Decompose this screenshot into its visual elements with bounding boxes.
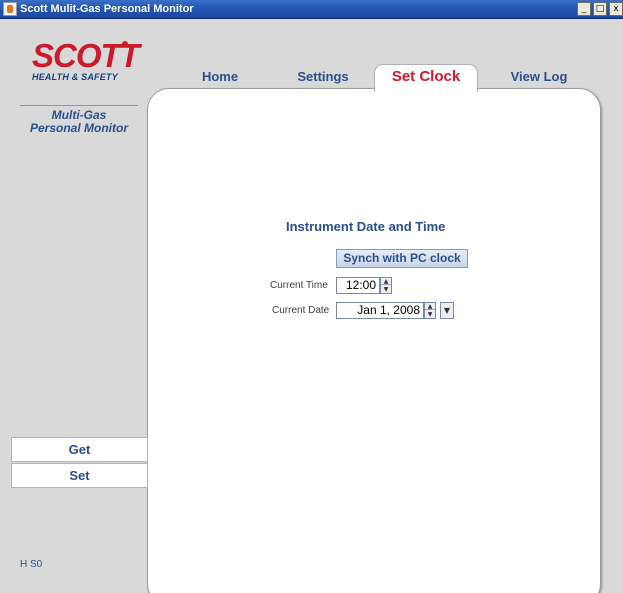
current-time-field[interactable]: 12:00	[336, 277, 380, 294]
logo-divider	[20, 105, 138, 106]
current-date-field[interactable]: Jan 1, 2008	[336, 302, 424, 319]
synch-pc-clock-button[interactable]: Synch with PC clock	[336, 249, 468, 268]
title-bar: Scott Mulit-Gas Personal Monitor _ □ x	[0, 0, 623, 19]
logo-registered-mark	[122, 41, 128, 47]
set-clock-panel	[147, 88, 601, 593]
scott-logo: SCOTT HEALTH & SAFETY	[32, 39, 142, 82]
spinner-up-icon[interactable]: ▲	[425, 303, 435, 310]
app-window: SCOTT HEALTH & SAFETY Multi-Gas Personal…	[0, 19, 623, 593]
set-button[interactable]: Set	[11, 463, 148, 488]
current-date-label: Current Date	[272, 305, 330, 316]
current-time-label: Current Time	[270, 280, 328, 291]
spinner-up-icon[interactable]: ▲	[381, 278, 391, 285]
tab-home[interactable]: Home	[194, 67, 246, 87]
status-text: H S0	[20, 559, 43, 570]
close-button[interactable]: x	[609, 2, 623, 16]
java-cup-icon	[3, 2, 17, 16]
minimize-button[interactable]: _	[577, 2, 591, 16]
tab-settings[interactable]: Settings	[290, 67, 356, 87]
maximize-button[interactable]: □	[593, 2, 607, 16]
spinner-down-icon[interactable]: ▼	[381, 286, 391, 293]
spinner-down-icon[interactable]: ▼	[425, 311, 435, 318]
get-button[interactable]: Get	[11, 437, 148, 462]
tab-view-log[interactable]: View Log	[506, 67, 572, 87]
product-name-line2: Personal Monitor	[29, 121, 128, 135]
section-heading: Instrument Date and Time	[286, 219, 446, 234]
date-spinner[interactable]: ▲ ▼	[424, 302, 436, 319]
window-title: Scott Mulit-Gas Personal Monitor	[20, 3, 194, 15]
product-name: Multi-Gas Personal Monitor	[16, 109, 142, 135]
time-spinner[interactable]: ▲ ▼	[380, 277, 392, 294]
tab-set-clock[interactable]: Set Clock	[374, 64, 478, 92]
dropdown-arrow-icon[interactable]: ▼	[440, 302, 454, 319]
